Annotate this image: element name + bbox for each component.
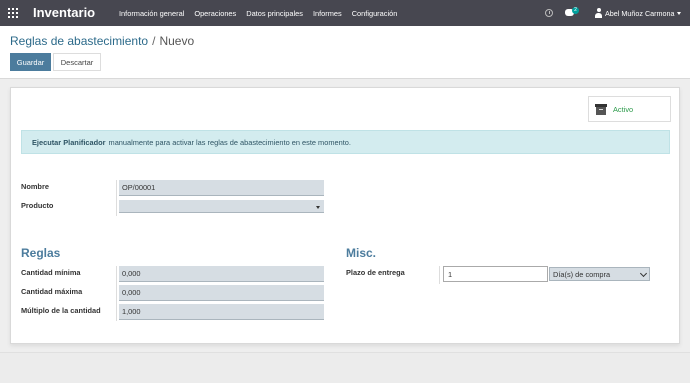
user-icon[interactable] (594, 8, 603, 18)
clock-icon[interactable] (545, 9, 553, 17)
breadcrumb-separator: / (152, 34, 156, 48)
chevron-down-icon (316, 206, 320, 209)
breadcrumb-current: Nuevo (159, 34, 195, 48)
multiple-qty-field[interactable]: 1,000 (119, 304, 324, 320)
lead-time-unit-select[interactable]: Día(s) de compra (549, 267, 650, 281)
breadcrumb: Reglas de abastecimiento / Nuevo (10, 34, 194, 48)
menu-item-configuracion[interactable]: Configuración (352, 9, 398, 18)
active-toggle-button[interactable]: Activo (588, 96, 671, 122)
min-qty-label: Cantidad mínima (21, 268, 81, 277)
rules-divider (116, 266, 117, 321)
max-qty-label: Cantidad máxima (21, 287, 83, 296)
breadcrumb-parent[interactable]: Reglas de abastecimiento (10, 34, 148, 48)
discard-button[interactable]: Descartar (53, 53, 101, 71)
lead-time-label: Plazo de entrega (346, 268, 405, 277)
product-label: Producto (21, 201, 54, 210)
menu-item-informes[interactable]: Informes (313, 9, 342, 18)
multiple-qty-label: Múltiplo de la cantidad (21, 306, 101, 315)
product-select[interactable] (119, 200, 324, 213)
apps-grid-icon[interactable] (8, 8, 18, 18)
lead-time-input[interactable]: 1 (443, 266, 548, 282)
user-name[interactable]: Abel Muñoz Carmona (605, 9, 675, 18)
chevron-down-icon (639, 269, 648, 278)
min-qty-field[interactable]: 0,000 (119, 266, 324, 282)
name-field[interactable]: OP/00001 (119, 180, 324, 196)
label-divider (116, 180, 117, 216)
top-navbar: Inventario Información general Operacion… (0, 0, 690, 26)
alert-text: manualmente para activar las reglas de a… (108, 137, 351, 147)
menu-item-operaciones[interactable]: Operaciones (194, 9, 236, 18)
form-sheet: Activo Ejecutar Planificador manualmente … (10, 87, 680, 344)
archive-icon (595, 103, 607, 115)
misc-section-title: Misc. (346, 246, 377, 260)
control-panel: Reglas de abastecimiento / Nuevo Guardar D… (0, 26, 690, 79)
max-qty-field[interactable]: 0,000 (119, 285, 324, 301)
main-menu: Información general Operaciones Datos pr… (119, 9, 397, 18)
name-label: Nombre (21, 182, 49, 191)
save-button[interactable]: Guardar (10, 53, 51, 71)
info-alert: Ejecutar Planificador manualmente para ac… (21, 130, 670, 154)
caret-down-icon[interactable] (677, 12, 681, 15)
active-label: Activo (613, 104, 634, 114)
rules-section-title: Reglas (21, 246, 61, 260)
menu-item-informacion-general[interactable]: Información general (119, 9, 184, 18)
run-scheduler-link[interactable]: Ejecutar Planificador (32, 138, 106, 147)
chat-badge: 2 (572, 7, 579, 14)
menu-item-datos-principales[interactable]: Datos principales (246, 9, 303, 18)
footer-area (0, 352, 690, 383)
app-title[interactable]: Inventario (33, 5, 95, 20)
lead-time-unit-value: Día(s) de compra (553, 269, 611, 279)
misc-divider (439, 266, 440, 284)
